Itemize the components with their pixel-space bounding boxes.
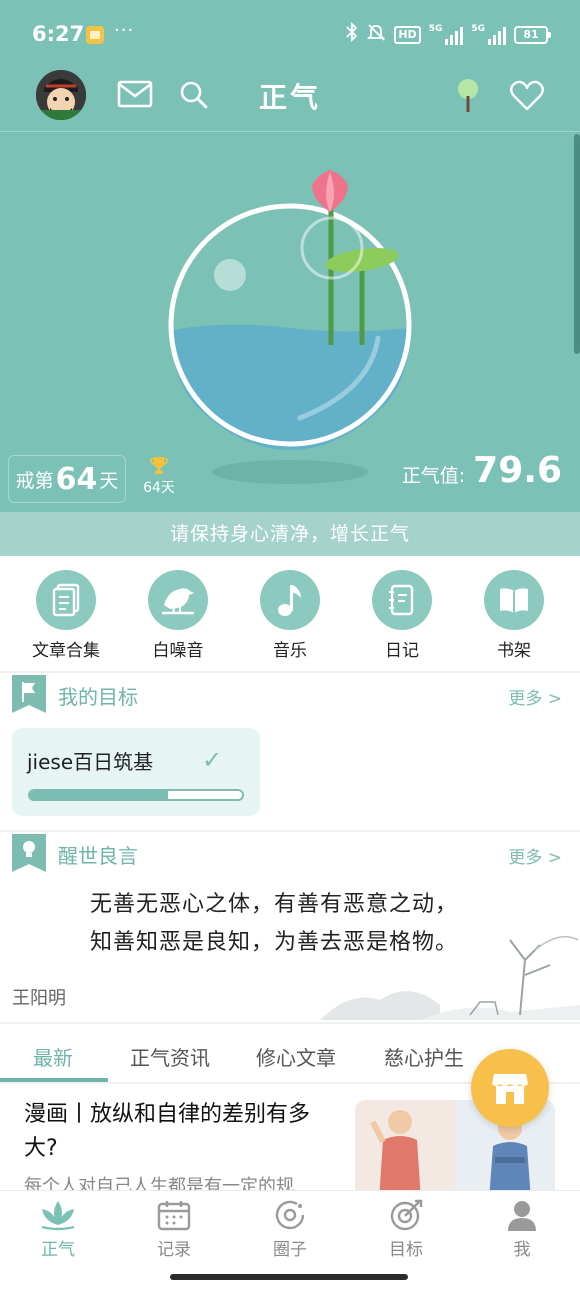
nav-me[interactable]: 我: [472, 1199, 572, 1260]
article-title: 漫画丨放纵和自律的差别有多大?: [24, 1102, 311, 1161]
hd-badge: HD: [394, 26, 421, 44]
goals-header: 我的目标 更多 >: [0, 675, 580, 715]
nav-label: 记录: [157, 1240, 191, 1260]
section-title: 醒世良言: [58, 844, 138, 868]
streak-prefix: 戒第: [15, 469, 54, 492]
calendar-icon: [157, 1201, 191, 1231]
trophy-icon: [150, 457, 168, 474]
signal-icon: 5G: [429, 25, 464, 45]
entry-diary[interactable]: 日记: [347, 566, 457, 661]
tab-latest[interactable]: 最新: [33, 1042, 73, 1071]
person-icon: [508, 1201, 536, 1231]
app-bar: 正气: [0, 66, 580, 132]
tab-indicator: [0, 1078, 108, 1082]
book-icon: [484, 570, 544, 630]
quote-more-link[interactable]: 更多 >: [508, 843, 562, 868]
lightbulb-icon: [12, 834, 46, 872]
zhengqi-number: 79.6: [473, 450, 562, 491]
goal-name: jiese百日筑基: [27, 750, 154, 774]
entry-label: 白噪音: [152, 641, 204, 661]
quote-line-1: 无善无恶心之体，有善有恶意之动，: [90, 892, 459, 917]
quick-entries: 文章合集 白噪音 音乐 日记 书架: [0, 566, 580, 666]
goal-progress-fill: [30, 791, 168, 799]
status-indicators: HD 5G 5G 81: [346, 21, 551, 48]
divider: [0, 830, 580, 832]
entry-white-noise[interactable]: 白噪音: [123, 566, 233, 661]
best-record[interactable]: 64天: [139, 455, 179, 497]
tab-mind-articles[interactable]: 修心文章: [256, 1042, 336, 1071]
check-icon: ✓: [202, 746, 223, 774]
target-icon: [390, 1199, 423, 1231]
divider: [0, 671, 580, 673]
zhengqi-value: 正气值: 79.6: [402, 450, 562, 491]
quote-card[interactable]: 无善无恶心之体，有善有恶意之动， 知善知恶是良知，为善去恶是格物。 王阳明: [0, 870, 580, 1020]
nav-zhengqi[interactable]: 正气: [8, 1199, 108, 1260]
entry-bookshelf[interactable]: 书架: [459, 566, 569, 661]
quote-author: 王阳明: [12, 988, 66, 1009]
goals-more-link[interactable]: 更多 >: [508, 684, 562, 709]
bluetooth-icon: [346, 21, 358, 48]
signal-icon-2: 5G: [471, 25, 506, 45]
page-title: 正气: [258, 81, 321, 114]
quote-header: 醒世良言 更多 >: [0, 834, 580, 874]
music-note-icon: [260, 570, 320, 630]
entry-label: 文章合集: [32, 641, 100, 661]
tab-compassion[interactable]: 慈心护生: [384, 1042, 464, 1071]
notification-app-icon: [86, 26, 104, 44]
streak-days-box[interactable]: 戒第 64 天: [8, 455, 126, 503]
scrollbar[interactable]: [574, 134, 580, 354]
status-more-dots: ···: [114, 20, 135, 41]
status-time: 6:27: [32, 22, 85, 46]
store-icon: [492, 1074, 528, 1104]
nav-records[interactable]: 记录: [124, 1199, 224, 1260]
hero-area: 6:27 ··· HD 5G 5G 81 正气 戒第 64 天 64天 正气值:…: [0, 0, 580, 556]
lotus-bowl-illustration: [160, 160, 420, 490]
entry-articles[interactable]: 文章合集: [11, 566, 121, 661]
entry-label: 书架: [497, 641, 531, 661]
section-title: 我的目标: [58, 685, 138, 709]
divider: [0, 1022, 580, 1024]
motto-banner: 请保持身心清净，增长正气: [0, 512, 580, 556]
streak-suffix: 天: [99, 469, 119, 492]
goal-card[interactable]: jiese百日筑基 ✓: [12, 728, 260, 816]
nav-goals[interactable]: 目标: [356, 1199, 456, 1260]
circle-icon: [275, 1200, 305, 1230]
mute-bell-icon: [366, 22, 386, 48]
entry-label: 音乐: [273, 641, 307, 661]
document-icon: [36, 570, 96, 630]
nav-label: 我: [513, 1240, 531, 1260]
home-indicator[interactable]: [170, 1274, 408, 1280]
nav-circle[interactable]: 圈子: [240, 1199, 340, 1260]
streak-days: 64: [55, 461, 98, 497]
lotus-icon: [41, 1201, 75, 1231]
shop-fab-button[interactable]: [471, 1049, 549, 1127]
entry-music[interactable]: 音乐: [235, 566, 345, 661]
nav-label: 目标: [389, 1240, 423, 1260]
nav-label: 正气: [41, 1240, 75, 1260]
flag-icon: [12, 675, 46, 713]
tab-zhengqi-news[interactable]: 正气资讯: [130, 1042, 210, 1071]
status-bar: 6:27 ··· HD 5G 5G 81: [0, 0, 580, 66]
zhengqi-label: 正气值:: [401, 465, 466, 487]
quote-line-2: 知善知恶是良知，为善去恶是格物。: [90, 930, 459, 955]
battery-icon: 81: [514, 26, 551, 44]
nav-label: 圈子: [273, 1240, 307, 1260]
trophy-days: 64天: [143, 480, 175, 496]
tree-icon[interactable]: [455, 78, 481, 114]
entry-label: 日记: [385, 641, 419, 661]
bird-icon: [148, 570, 208, 630]
heart-icon[interactable]: [509, 80, 545, 112]
goal-progress-bar: [28, 789, 244, 801]
notebook-icon: [372, 570, 432, 630]
